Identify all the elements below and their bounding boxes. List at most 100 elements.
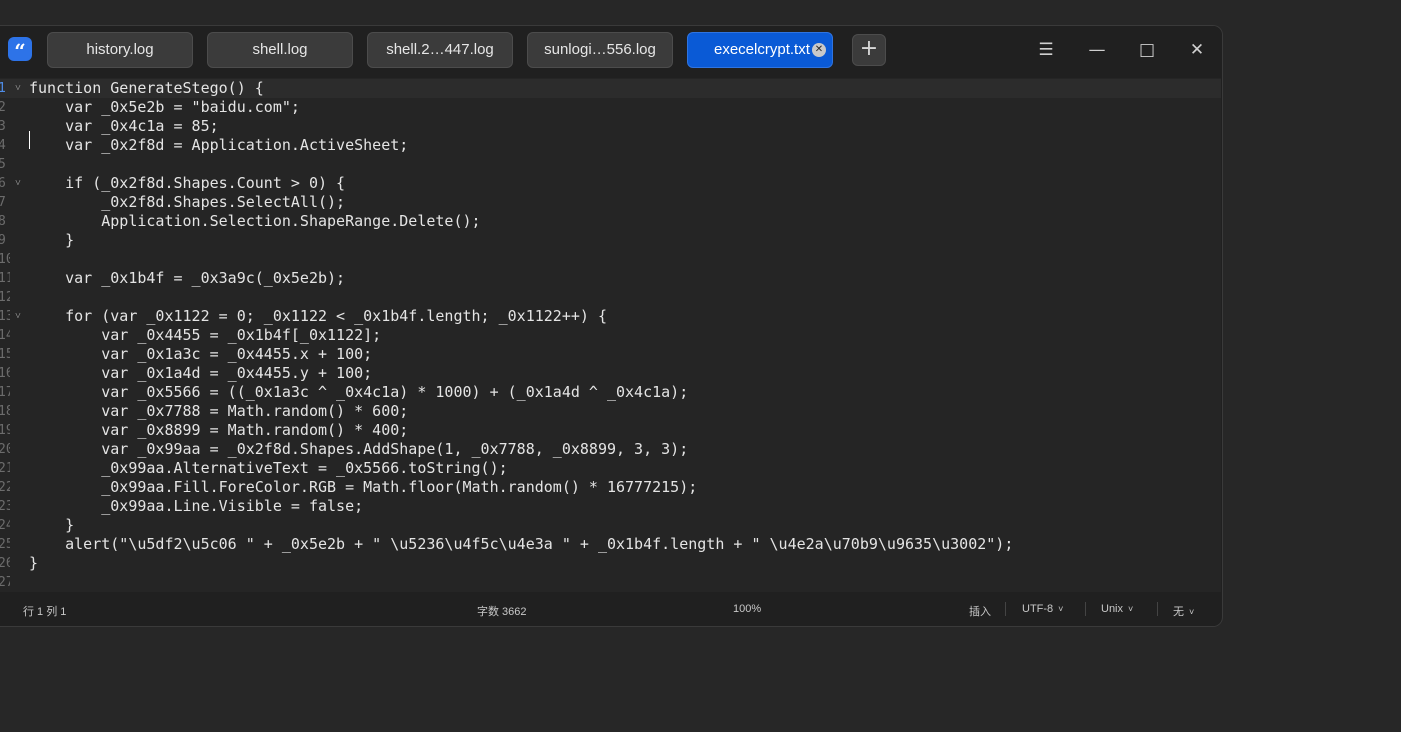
chevron-down-icon: ˅: [1128, 604, 1134, 614]
tab-shell-2-447-log[interactable]: shell.2…447.log: [367, 32, 513, 68]
line-ending-select[interactable]: Unix ˅: [1101, 603, 1133, 615]
line-number: 18: [0, 402, 10, 421]
status-divider: [1157, 602, 1158, 616]
code-line[interactable]: 3 var _0x4c1a = 85;: [0, 117, 1221, 136]
code-line[interactable]: 6˅ if (_0x2f8d.Shapes.Count > 0) {: [0, 174, 1221, 193]
line-number: 7: [0, 193, 10, 212]
app-logo-icon: “: [8, 37, 32, 63]
line-number: 25: [0, 535, 10, 554]
encoding-select[interactable]: UTF-8 ˅: [1022, 603, 1063, 615]
code-line[interactable]: 9 }: [0, 231, 1221, 250]
tab-history-log[interactable]: history.log: [47, 32, 193, 68]
code-line[interactable]: 14 var _0x4455 = _0x1b4f[_0x1122];: [0, 326, 1221, 345]
code-line[interactable]: 10: [0, 250, 1221, 269]
status-divider: [1005, 602, 1006, 616]
maximize-icon[interactable]: □: [1135, 38, 1159, 62]
code-line[interactable]: 5: [0, 155, 1221, 174]
line-number: 13: [0, 307, 10, 326]
tab-execelcrypt-txt[interactable]: execelcrypt.txt ✕: [687, 32, 833, 68]
code-line[interactable]: 19 var _0x8899 = Math.random() * 400;: [0, 421, 1221, 440]
code-line[interactable]: 12: [0, 288, 1221, 307]
line-number: 3: [0, 117, 10, 136]
code-text: var _0x1a4d = _0x4455.y + 100;: [29, 364, 373, 382]
insert-mode[interactable]: 插入: [969, 603, 991, 619]
line-number: 12: [0, 288, 10, 307]
code-line[interactable]: 1˅ function GenerateStego() {: [0, 79, 1221, 98]
code-text: _0x99aa.Line.Visible = false;: [29, 497, 364, 515]
close-tab-icon[interactable]: ✕: [812, 43, 826, 57]
cursor-position[interactable]: 行 1 列 1: [23, 603, 66, 619]
code-text: _0x99aa.Fill.ForeColor.RGB = Math.floor(…: [29, 478, 698, 496]
line-number: 9: [0, 231, 10, 250]
line-number: 24: [0, 516, 10, 535]
line-number: 2: [0, 98, 10, 117]
code-text: var _0x2f8d = Application.ActiveSheet;: [29, 136, 409, 154]
status-bar: 行 1 列 1 字数 3662 100% 插入 UTF-8 ˅ Unix ˅ 无 ˅: [0, 592, 1221, 626]
code-text: for (var _0x1122 = 0; _0x1122 < _0x1b4f.…: [29, 307, 607, 325]
code-text: }: [29, 554, 39, 572]
code-line[interactable]: 16 var _0x1a4d = _0x4455.y + 100;: [0, 364, 1221, 383]
char-count: 字数 3662: [477, 606, 527, 618]
encoding-label: UTF-8: [1022, 603, 1054, 615]
zoom-level[interactable]: 100%: [733, 603, 761, 615]
editor-window: “ history.log shell.log shell.2…447.log …: [0, 25, 1223, 627]
code-line[interactable]: 22 _0x99aa.Fill.ForeColor.RGB = Math.flo…: [0, 478, 1221, 497]
chevron-down-icon: ˅: [1189, 607, 1195, 617]
line-number: 6: [0, 174, 10, 193]
code-line[interactable]: 23 _0x99aa.Line.Visible = false;: [0, 497, 1221, 516]
line-number: 8: [0, 212, 10, 231]
code-line[interactable]: 24 }: [0, 516, 1221, 535]
line-number: 11: [0, 269, 10, 288]
line-number: 20: [0, 440, 10, 459]
line-number: 10: [0, 250, 10, 269]
syntax-label: 无: [1173, 606, 1184, 618]
minimize-icon[interactable]: —: [1085, 38, 1109, 62]
new-tab-button[interactable]: +: [852, 34, 886, 66]
code-line[interactable]: 27: [0, 573, 1221, 592]
code-line[interactable]: 17 var _0x5566 = ((_0x1a3c ^ _0x4c1a) * …: [0, 383, 1221, 402]
fold-chevron-icon[interactable]: ˅: [12, 174, 24, 193]
code-text: var _0x5e2b = "baidu.com";: [29, 98, 300, 116]
chevron-down-icon: ˅: [1058, 604, 1064, 614]
code-line[interactable]: 21 _0x99aa.AlternativeText = _0x5566.toS…: [0, 459, 1221, 478]
code-line[interactable]: 4 var _0x2f8d = Application.ActiveSheet;: [0, 136, 1221, 155]
tab-shell-log[interactable]: shell.log: [207, 32, 353, 68]
code-line[interactable]: 11 var _0x1b4f = _0x3a9c(_0x5e2b);: [0, 269, 1221, 288]
code-line[interactable]: 15 var _0x1a3c = _0x4455.x + 100;: [0, 345, 1221, 364]
code-line[interactable]: 2 var _0x5e2b = "baidu.com";: [0, 98, 1221, 117]
code-text: var _0x99aa = _0x2f8d.Shapes.AddShape(1,…: [29, 440, 689, 458]
tab-sunlogi-556-log[interactable]: sunlogi…556.log: [527, 32, 673, 68]
code-line[interactable]: 20 var _0x99aa = _0x2f8d.Shapes.AddShape…: [0, 440, 1221, 459]
code-line[interactable]: 13˅ for (var _0x1122 = 0; _0x1122 < _0x1…: [0, 307, 1221, 326]
code-line[interactable]: 18 var _0x7788 = Math.random() * 600;: [0, 402, 1221, 421]
code-text: var _0x1b4f = _0x3a9c(_0x5e2b);: [29, 269, 346, 287]
code-line[interactable]: 7 _0x2f8d.Shapes.SelectAll();: [0, 193, 1221, 212]
close-window-icon[interactable]: ✕: [1185, 38, 1209, 62]
status-divider: [1085, 602, 1086, 616]
code-text: function GenerateStego() {: [29, 79, 264, 97]
fold-chevron-icon[interactable]: ˅: [12, 307, 24, 326]
line-number: 15: [0, 345, 10, 364]
line-number: 16: [0, 364, 10, 383]
code-line[interactable]: 8 Application.Selection.ShapeRange.Delet…: [0, 212, 1221, 231]
code-editor[interactable]: 1˅function GenerateStego() {2 var _0x5e2…: [0, 78, 1221, 592]
code-text: _0x99aa.AlternativeText = _0x5566.toStri…: [29, 459, 508, 477]
line-number: 1: [0, 79, 10, 98]
line-number: 4: [0, 136, 10, 155]
code-text: alert("\u5df2\u5c06 " + _0x5e2b + " \u52…: [29, 535, 1014, 553]
code-text: var _0x8899 = Math.random() * 400;: [29, 421, 409, 439]
syntax-select[interactable]: 无 ˅: [1173, 603, 1194, 619]
line-number: 21: [0, 459, 10, 478]
code-text: }: [29, 516, 75, 534]
fold-chevron-icon[interactable]: ˅: [12, 79, 24, 98]
line-number: 26: [0, 554, 10, 573]
code-line[interactable]: 26}: [0, 554, 1221, 573]
menu-icon[interactable]: ☰: [1034, 38, 1058, 62]
code-text: var _0x1a3c = _0x4455.x + 100;: [29, 345, 373, 363]
line-number: 14: [0, 326, 10, 345]
line-number: 23: [0, 497, 10, 516]
code-line[interactable]: 25 alert("\u5df2\u5c06 " + _0x5e2b + " \…: [0, 535, 1221, 554]
code-text: var _0x4c1a = 85;: [29, 117, 219, 135]
code-text: _0x2f8d.Shapes.SelectAll();: [29, 193, 346, 211]
line-number: 19: [0, 421, 10, 440]
